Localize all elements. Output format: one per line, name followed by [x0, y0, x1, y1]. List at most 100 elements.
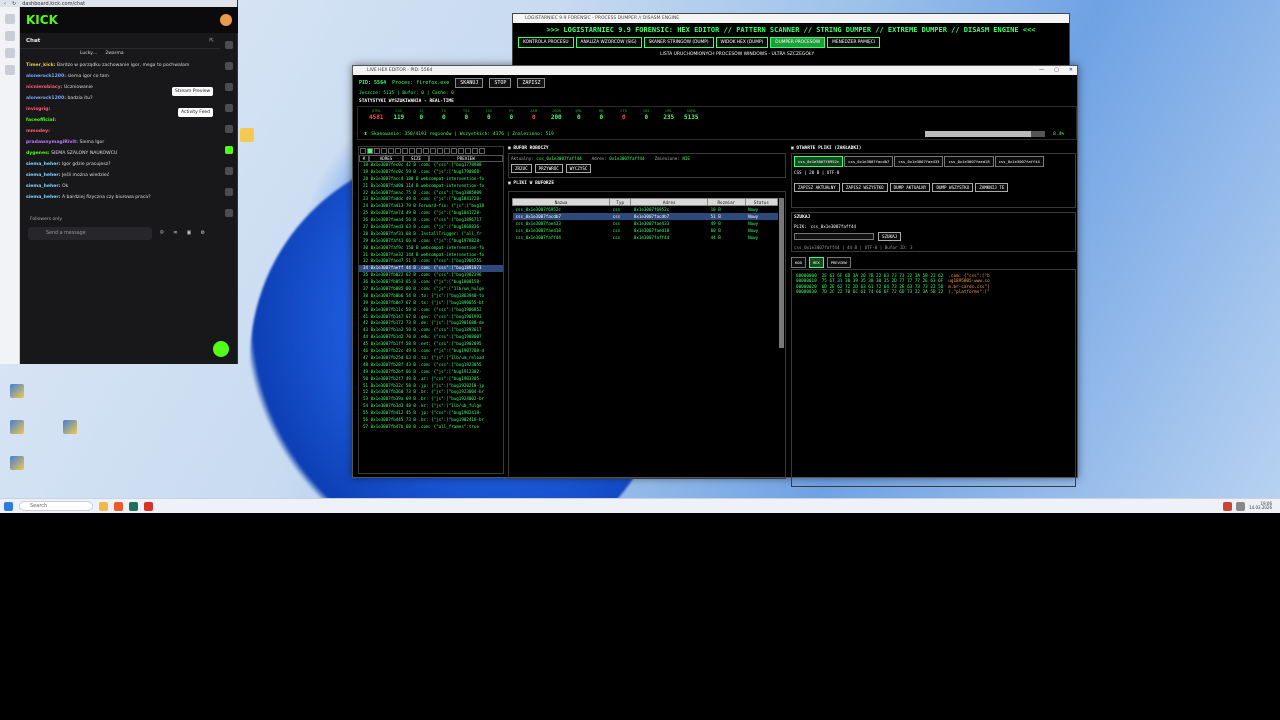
- region-row[interactable]: 44 0x1e3007fb1d2 70 B .edu: {"css":["bug…: [359, 334, 503, 341]
- chat-username[interactable]: alonerock1200:: [26, 74, 66, 79]
- region-row[interactable]: 45 0x1e3007fb1ff 58 B .net: {"css":["bug…: [359, 341, 503, 348]
- files-column-header[interactable]: Rozmiar: [707, 198, 746, 206]
- region-row[interactable]: 52 0x1e3007fb360 73 B .br: {"js":["bug19…: [359, 389, 503, 396]
- send-message-input[interactable]: Send a message: [28, 227, 152, 240]
- col-index[interactable]: #: [359, 155, 369, 162]
- chat-icon[interactable]: [225, 146, 233, 154]
- region-row[interactable]: 28 0x1e3007faf31 68 B .InstallTrigger: {…: [359, 231, 503, 238]
- link-icon[interactable]: ∞: [174, 229, 178, 239]
- scrollbar[interactable]: [779, 198, 784, 348]
- start-icon[interactable]: [4, 501, 13, 511]
- taskbar-search[interactable]: Search: [19, 501, 93, 511]
- activity-feed-icon[interactable]: [225, 104, 233, 112]
- region-row[interactable]: 41 0x1e3007fb147 67 B .gov: {"css":["bug…: [359, 314, 503, 321]
- region-row[interactable]: 21 0x1e3007fad00 114 B webcompat-interve…: [359, 183, 503, 190]
- col-address[interactable]: ADRES: [369, 155, 403, 162]
- region-row[interactable]: 51 0x1e3007fb32c 58 B .jp: {"js":["bug19…: [359, 383, 503, 390]
- open-file-tab[interactable]: css_0x1e3007f6952c: [794, 156, 844, 167]
- region-row[interactable]: 43 0x1e3007fb1a2 50 B .com: {"css":["bug…: [359, 327, 503, 334]
- file-explorer-icon[interactable]: [99, 501, 108, 511]
- network-icon[interactable]: [1236, 501, 1246, 511]
- region-row[interactable]: 32 0x1e3007facd7 51 B .com: {"css":["bug…: [359, 258, 503, 265]
- action-button[interactable]: ZAMKNIJ TE: [975, 183, 1009, 192]
- view-tab[interactable]: PREVIEW: [826, 257, 851, 268]
- desktop-icon[interactable]: [2, 420, 32, 436]
- trash-icon[interactable]: [225, 125, 233, 133]
- back-tab[interactable]: ANALIZA WZORCÓW (SIG): [575, 37, 642, 48]
- region-row[interactable]: 57 0x1e3007fb47b 68 B .com: {"all_frames…: [359, 424, 503, 431]
- view-tab[interactable]: KOD: [791, 257, 806, 268]
- back-tab[interactable]: SKANER STRINGÓW (DUMP): [643, 37, 714, 48]
- open-file-tab[interactable]: css_0x1e3007fae433: [894, 156, 944, 167]
- open-file-tab[interactable]: css_0x1e3007faed18: [944, 156, 994, 167]
- action-button[interactable]: DUMP AKTUALNY: [889, 183, 931, 192]
- files-column-header[interactable]: Status: [744, 198, 779, 206]
- save-button[interactable]: ZAPISZ: [517, 78, 546, 88]
- region-row[interactable]: 47 0x1e3007fb25d 63 B .to: {"js":["1lb/u…: [359, 355, 503, 362]
- chat-username[interactable]: mmodey:: [26, 129, 50, 134]
- desktop-icon[interactable]: [2, 456, 32, 472]
- region-row[interactable]: 19 0x1e3007fec0c 59 B .com: {"js":["bug1…: [359, 169, 503, 176]
- region-row[interactable]: 37 0x1e3007fb085 80 B .com: {"js":["1lb/…: [359, 286, 503, 293]
- chat-username[interactable]: siema_heher:: [26, 195, 60, 200]
- chat-username[interactable]: faceofficial:: [26, 118, 56, 123]
- back-tab[interactable]: MENEDŻER PAMIĘCI: [827, 37, 881, 48]
- gear-icon[interactable]: ⚙: [201, 229, 205, 239]
- maximize-icon[interactable]: ▢: [1054, 66, 1059, 75]
- chat-username[interactable]: nicnierobiacy:: [26, 85, 62, 90]
- region-row[interactable]: 55 0x1e3007fb412 45 B .jp: {"css":["bug1…: [359, 410, 503, 417]
- file-row[interactable]: css_0x1e3007faff44 css 0x1e3007faff44 44 B N…: [513, 234, 778, 241]
- region-row[interactable]: 38 0x1e3007fb0b6 54 B .to: {"js":["bug18…: [359, 293, 503, 300]
- address-bar[interactable]: dashboard.kick.com/chat: [22, 1, 85, 7]
- tab-icon[interactable]: [4, 65, 15, 75]
- tab-icon[interactable]: [4, 48, 15, 58]
- region-row[interactable]: 46 0x1e3007fb22c 49 B .com: {"js":["bug1…: [359, 348, 503, 355]
- files-column-header[interactable]: Adres: [630, 198, 709, 206]
- region-row[interactable]: 56 0x1e3007fb445 73 B .br: {"js":["bug19…: [359, 417, 503, 424]
- dump-button[interactable]: ZRZUĆ: [511, 164, 532, 173]
- desktop-icon[interactable]: [55, 420, 85, 436]
- region-row[interactable]: 31 0x1e3007fae32 144 B webcompat-interve…: [359, 252, 503, 259]
- clear-button[interactable]: WYCZYŚĆ: [565, 164, 592, 173]
- pinned-user[interactable]: Lucky…: [80, 51, 97, 60]
- files-column-header[interactable]: Typ: [609, 198, 632, 206]
- search-button[interactable]: SZUKAJ: [878, 231, 902, 241]
- scan-button[interactable]: SKANUJ: [455, 78, 484, 88]
- search-input[interactable]: [794, 232, 874, 240]
- kick-logo[interactable]: KICK: [26, 13, 58, 27]
- chat-username[interactable]: invisgrig:: [26, 107, 50, 112]
- emoji-icon[interactable]: ☺: [160, 229, 164, 239]
- region-row[interactable]: 24 0x1e3007fad13 79 B Forward-fix: {"js"…: [359, 203, 503, 210]
- chat-username[interactable]: siema_heher:: [26, 184, 60, 189]
- open-file-tab[interactable]: css_0x1e3007faff44: [994, 156, 1044, 167]
- popout-icon[interactable]: ⇱: [209, 38, 214, 44]
- region-row[interactable]: 22 0x1e3007faeac 75 B .com: {"css":["bug…: [359, 190, 503, 197]
- chat-username[interactable]: Timer_kick:: [26, 63, 55, 68]
- gift-icon[interactable]: ▣: [187, 229, 191, 239]
- action-button[interactable]: ZAPISZ AKTUALNY: [794, 183, 840, 192]
- close-icon[interactable]: ✕: [1069, 66, 1073, 75]
- region-row[interactable]: 50 0x1e3007fb2f7 49 B .ar: {"css":["bug1…: [359, 376, 503, 383]
- action-button[interactable]: DUMP WSZYSTKO: [932, 183, 974, 192]
- chat-username[interactable]: siema_heher:: [26, 173, 60, 178]
- region-row[interactable]: 53 0x1e3007fb39a 69 B .br: {"js":["bug19…: [359, 396, 503, 403]
- pinned-user[interactable]: 2warma: [105, 51, 123, 60]
- file-row[interactable]: css_0x1e3007facdb7 css 0x1e3007facdb7 51 BN…: [512, 212, 778, 220]
- region-row[interactable]: 40 0x1e3007fb11c 58 B .com: {"css":["bug…: [359, 307, 503, 314]
- stream-preview-icon[interactable]: [225, 83, 233, 91]
- region-row[interactable]: 36 0x1e3007fb053 65 B .com: {"js":["bug1…: [359, 279, 503, 286]
- clock[interactable]: 19:06 14.03.2026: [1249, 501, 1272, 511]
- restore-button[interactable]: PRZYWRÓĆ: [534, 164, 563, 173]
- terminal-icon[interactable]: [129, 501, 138, 511]
- app-icon[interactable]: [144, 501, 153, 511]
- file-row[interactable]: css_0x1e3007fae433 css 0x1e3007fae433 49 B N…: [513, 220, 778, 227]
- chat-username[interactable]: dygenes:: [26, 151, 50, 156]
- back-tab[interactable]: DUMPER PROCESÓW: [770, 37, 826, 48]
- back-tab[interactable]: KONTROLA PROCESU: [518, 37, 574, 48]
- action-button[interactable]: ZAPISZ WSZYSTKO: [841, 183, 888, 192]
- send-button[interactable]: [213, 341, 229, 357]
- region-row[interactable]: 39 0x1e3007fb0e7 67 B .tx: {"js":["bug18…: [359, 300, 503, 307]
- region-row[interactable]: 26 0x1e3007faea4 56 B .com: {"css":["bug…: [359, 217, 503, 224]
- chat-username[interactable]: alonerock1200:: [26, 96, 66, 101]
- tab-icon[interactable]: [4, 14, 15, 24]
